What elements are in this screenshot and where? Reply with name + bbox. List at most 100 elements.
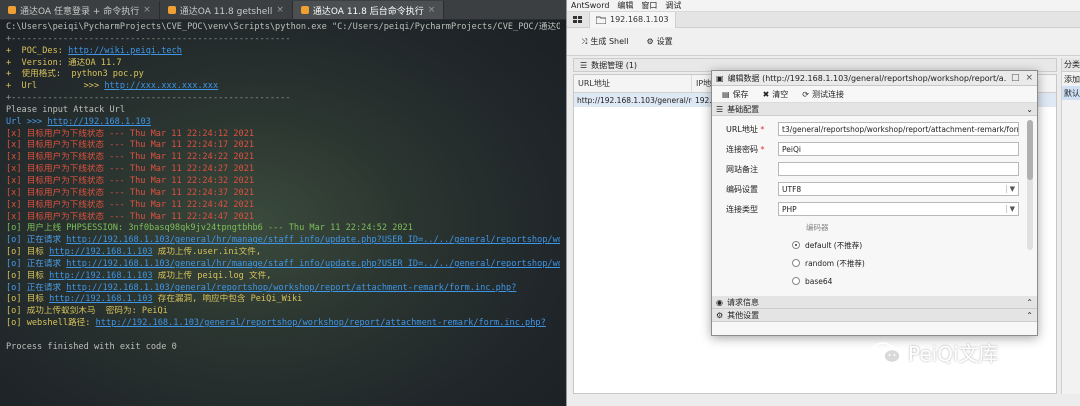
python-icon bbox=[167, 6, 176, 14]
console-line: [o] 用户上线 PHPSESSION: 3nf0basq98qk9jv24tp… bbox=[6, 223, 560, 235]
console-line: +---------------------------------------… bbox=[6, 34, 560, 46]
console-line: [o] 成功上传蚁剑木马 密码为: PeiQi bbox=[6, 306, 560, 318]
console-link[interactable]: http://192.168.1.103 bbox=[49, 247, 152, 257]
section-request-header[interactable]: ◉ 请求信息 ⌃ bbox=[712, 296, 1037, 309]
console-line-text: + Version: 通达OA 11.7 bbox=[6, 57, 122, 68]
console-line: [x] 目标用户为下线状态 --- Thu Mar 11 22:24:37 20… bbox=[6, 188, 560, 200]
encoder-option-base64[interactable]: base64 bbox=[792, 273, 1019, 289]
console-link[interactable]: http://192.168.1.103 bbox=[49, 271, 152, 281]
run-tab-label: 通达OA 11.8 getshell bbox=[179, 6, 273, 17]
run-tab-3[interactable]: 通达OA 11.8 后台命令执行 × bbox=[292, 1, 445, 19]
console-link[interactable]: http://192.168.1.103 bbox=[47, 117, 150, 127]
type-row: 连接类型 PHP ▼ bbox=[726, 200, 1019, 218]
tab-target[interactable]: 192.168.1.103 bbox=[590, 11, 676, 28]
row-url: http://192.168.1.103/general/repc bbox=[577, 95, 692, 105]
encoder-option-random[interactable]: random (不推荐) bbox=[792, 255, 1019, 271]
console-line: [x] 目标用户为下线状态 --- Thu Mar 11 22:24:17 20… bbox=[6, 140, 560, 152]
menu-item-debug[interactable]: 调试 bbox=[665, 0, 681, 11]
category-default[interactable]: 默认 bbox=[1062, 86, 1080, 100]
console-link[interactable]: http://xxx.xxx.xxx.xxx bbox=[104, 81, 218, 91]
console-link[interactable]: http://192.168.1.103/general/hr/manage/s… bbox=[66, 259, 560, 269]
console-line: C:\Users\peiqi\PycharmProjects\CVE_POC\v… bbox=[6, 22, 560, 34]
note-input[interactable] bbox=[778, 162, 1019, 176]
console-output[interactable]: C:\Users\peiqi\PycharmProjects\CVE_POC\v… bbox=[0, 20, 566, 406]
console-line-text: + Url >>> bbox=[6, 81, 105, 92]
category-add-button[interactable]: 添加 bbox=[1062, 72, 1080, 86]
form-scrollbar[interactable] bbox=[1027, 120, 1033, 250]
console-line: [o] 目标 http://192.168.1.103 存在漏洞, 响应中包含 … bbox=[6, 294, 560, 306]
tab-target-label: 192.168.1.103 bbox=[610, 15, 669, 24]
console-line: + POC_Des: http://wiki.peiqi.tech bbox=[6, 46, 560, 58]
encoding-select[interactable]: UTF8 ▼ bbox=[778, 182, 1019, 196]
menu-item-edit[interactable]: 编辑 bbox=[617, 0, 633, 11]
console-line: [o] 目标 http://192.168.1.103 成功上传 peiqi.l… bbox=[6, 271, 560, 283]
console-line-text: [x] 目标用户为下线状态 --- Thu Mar 11 22:24:32 20… bbox=[6, 175, 255, 186]
encoder-option-default[interactable]: default (不推荐) bbox=[792, 237, 1019, 253]
settings-button[interactable]: ⚙ 设置 bbox=[642, 34, 676, 49]
console-line-text: [o] 正在请求 bbox=[6, 258, 67, 269]
dialog-toolbar: ▤ 保存 ✖ 清空 ⟳ 测试连接 bbox=[712, 86, 1037, 103]
clear-icon: ✖ bbox=[762, 89, 770, 99]
console-line-text: [o] 正在请求 bbox=[6, 282, 67, 293]
console-link[interactable]: http://192.168.1.103/general/reportshop/… bbox=[96, 318, 546, 328]
type-label: 连接类型 bbox=[726, 204, 758, 214]
encoding-value: UTF8 bbox=[782, 184, 802, 194]
console-line: Url >>> http://192.168.1.103 bbox=[6, 117, 560, 129]
type-select[interactable]: PHP ▼ bbox=[778, 202, 1019, 216]
console-link[interactable]: http://wiki.peiqi.tech bbox=[68, 46, 182, 56]
save-button[interactable]: ▤ 保存 bbox=[722, 89, 749, 100]
url-input[interactable]: t3/general/reportshop/workshop/report/at… bbox=[778, 122, 1019, 136]
console-line-text: Process finished with exit code 0 bbox=[6, 341, 177, 352]
chevron-up-icon: ⌃ bbox=[1026, 297, 1033, 307]
console-line-text: +---------------------------------------… bbox=[6, 93, 291, 104]
menu-item-antsword[interactable]: AntSword bbox=[571, 1, 609, 10]
close-icon[interactable]: × bbox=[428, 5, 436, 15]
generate-shell-button[interactable]: ⤨ 生成 Shell bbox=[577, 34, 632, 49]
console-line: [x] 目标用户为下线状态 --- Thu Mar 11 22:24:32 20… bbox=[6, 176, 560, 188]
console-line-text: [o] 正在请求 bbox=[6, 235, 67, 246]
list-icon: ☰ bbox=[580, 60, 588, 70]
console-link[interactable]: http://192.168.1.103/general/reportshop/… bbox=[66, 283, 516, 293]
close-icon[interactable]: × bbox=[1025, 73, 1033, 83]
clear-label: 清空 bbox=[772, 89, 789, 99]
console-line-text: [x] 目标用户为下线状态 --- Thu Mar 11 22:24:22 20… bbox=[6, 152, 255, 163]
menu-item-window[interactable]: 窗口 bbox=[641, 0, 657, 11]
column-url[interactable]: URL地址 bbox=[574, 75, 692, 92]
encoder-label: 编码器 bbox=[806, 223, 829, 232]
request-icon: ◉ bbox=[716, 297, 723, 307]
dialog-titlebar[interactable]: ▣ 编辑数据 (http://192.168.1.103/general/rep… bbox=[712, 71, 1037, 86]
console-line: [x] 目标用户为下线状态 --- Thu Mar 11 22:24:27 20… bbox=[6, 164, 560, 176]
console-line: [x] 目标用户为下线状态 --- Thu Mar 11 22:24:22 20… bbox=[6, 152, 560, 164]
section-other-title: 其他设置 bbox=[727, 310, 760, 320]
tab-home[interactable] bbox=[567, 11, 590, 28]
clear-button[interactable]: ✖ 清空 bbox=[763, 89, 789, 100]
note-row: 网站备注 bbox=[726, 160, 1019, 178]
maximize-icon[interactable]: □ bbox=[1011, 73, 1020, 83]
section-request-title: 请求信息 bbox=[726, 297, 759, 307]
run-tab-2[interactable]: 通达OA 11.8 getshell × bbox=[160, 1, 293, 19]
console-link[interactable]: http://192.168.1.103 bbox=[49, 294, 152, 304]
chevron-up-icon: ⌃ bbox=[1026, 310, 1033, 320]
console-line-suffix: 成功上传 peiqi.log 文件, bbox=[152, 270, 272, 281]
password-input[interactable]: PeiQi bbox=[778, 142, 1019, 156]
console-line: [o] webshell路径: http://192.168.1.103/gen… bbox=[6, 318, 560, 330]
console-line-text: [o] 用户上线 PHPSESSION: 3nf0basq98qk9jv24tp… bbox=[6, 223, 413, 234]
console-line-text: [x] 目标用户为下线状态 --- Thu Mar 11 22:24:42 20… bbox=[6, 199, 255, 210]
password-row: 连接密码 * PeiQi bbox=[726, 140, 1019, 158]
test-connection-button[interactable]: ⟳ 测试连接 bbox=[802, 89, 844, 100]
console-line: [o] 正在请求 http://192.168.1.103/general/hr… bbox=[6, 259, 560, 271]
scrollbar-thumb[interactable] bbox=[1027, 120, 1033, 180]
section-basic-header[interactable]: ☰ 基础配置 ⌄ bbox=[712, 103, 1037, 116]
grid-icon bbox=[573, 15, 582, 23]
console-line-suffix: 存在漏洞, 响应中包含 PeiQi_Wiki bbox=[152, 294, 303, 305]
run-tab-1[interactable]: 通达OA 任意登录 + 命令执行 × bbox=[0, 1, 160, 19]
console-link[interactable]: http://192.168.1.103/general/hr/manage/s… bbox=[66, 235, 560, 245]
section-other-header[interactable]: ⚙ 其他设置 ⌃ bbox=[712, 309, 1037, 322]
close-icon[interactable]: × bbox=[276, 5, 284, 15]
chevron-down-icon: ▼ bbox=[1005, 205, 1015, 213]
dialog-title: 编辑数据 (http://192.168.1.103/general/repor… bbox=[727, 73, 1007, 83]
url-row: URL地址 * t3/general/reportshop/workshop/r… bbox=[726, 120, 1019, 138]
run-tab-label: 通达OA 11.8 后台命令执行 bbox=[312, 6, 424, 17]
save-label: 保存 bbox=[732, 89, 749, 99]
close-icon[interactable]: × bbox=[143, 5, 151, 15]
